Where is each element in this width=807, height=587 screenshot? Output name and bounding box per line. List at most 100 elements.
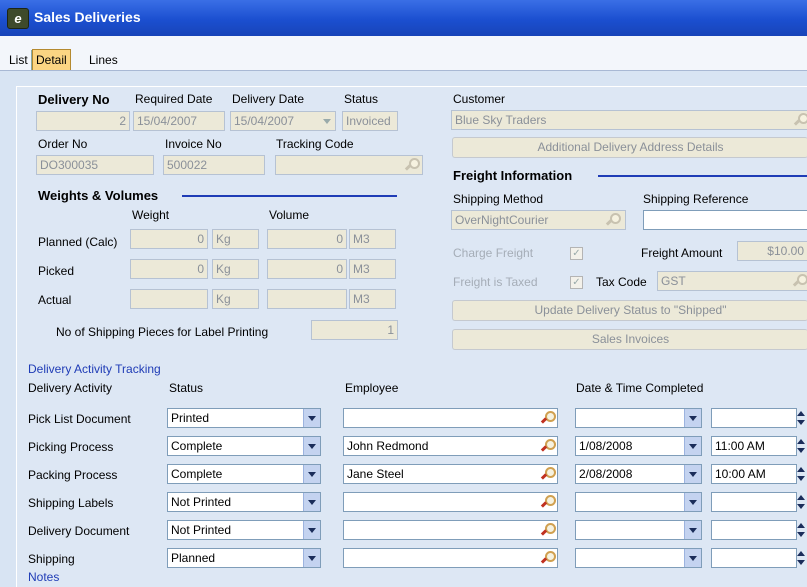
shipping-method-field[interactable]: OverNightCourier bbox=[451, 210, 626, 230]
tab-lines[interactable]: Lines bbox=[86, 50, 121, 70]
actual-weight-field[interactable] bbox=[130, 289, 208, 309]
section-divider bbox=[598, 175, 807, 177]
weight-column-label: Weight bbox=[132, 208, 170, 222]
magnifier-icon[interactable] bbox=[540, 467, 556, 481]
activity-status-select[interactable]: Printed bbox=[167, 408, 321, 428]
planned-volume-field[interactable]: 0 bbox=[267, 229, 347, 249]
chevron-down-icon[interactable] bbox=[303, 521, 320, 539]
charge-freight-label: Charge Freight bbox=[453, 246, 534, 260]
spin-icon[interactable] bbox=[797, 408, 805, 428]
activity-employee-field[interactable] bbox=[343, 548, 558, 568]
magnifier-icon[interactable] bbox=[792, 274, 807, 288]
activity-time-field[interactable] bbox=[711, 520, 797, 540]
delivery-no-field[interactable]: 2 bbox=[36, 111, 130, 131]
chevron-down-icon[interactable] bbox=[684, 493, 701, 511]
additional-address-button[interactable]: Additional Delivery Address Details bbox=[452, 137, 807, 158]
activity-status-select[interactable]: Complete bbox=[167, 464, 321, 484]
invoice-no-field[interactable]: 500022 bbox=[163, 155, 265, 175]
shipping-pieces-field[interactable]: 1 bbox=[311, 320, 398, 340]
spin-icon[interactable] bbox=[797, 520, 805, 540]
activity-label: Shipping bbox=[28, 552, 75, 566]
delivery-date-field[interactable]: 15/04/2007 bbox=[230, 111, 336, 131]
planned-label: Planned (Calc) bbox=[38, 235, 118, 249]
activity-status-select[interactable]: Not Printed bbox=[167, 520, 321, 540]
magnifier-icon[interactable] bbox=[793, 113, 807, 127]
chevron-down-icon[interactable] bbox=[319, 112, 335, 130]
shipping-reference-input[interactable] bbox=[643, 210, 807, 230]
activity-employee-field[interactable] bbox=[343, 520, 558, 540]
activity-date-select[interactable]: 2/08/2008 bbox=[575, 464, 702, 484]
activity-label: Shipping Labels bbox=[28, 496, 114, 510]
activity-time-field[interactable]: 10:00 AM bbox=[711, 464, 797, 484]
column-employee: Employee bbox=[345, 381, 399, 395]
spin-icon[interactable] bbox=[797, 464, 805, 484]
chevron-down-icon[interactable] bbox=[303, 437, 320, 455]
activity-employee-field[interactable]: Jane Steel bbox=[343, 464, 558, 484]
status-label: Status bbox=[344, 92, 379, 106]
activity-status-select[interactable]: Complete bbox=[167, 436, 321, 456]
weights-volumes-heading: Weights & Volumes bbox=[38, 188, 159, 203]
sales-invoices-button[interactable]: Sales Invoices bbox=[452, 329, 807, 350]
magnifier-icon[interactable] bbox=[404, 158, 420, 172]
activity-date-select[interactable] bbox=[575, 492, 702, 512]
status-field[interactable]: Invoiced bbox=[342, 111, 398, 131]
magnifier-icon[interactable] bbox=[540, 439, 556, 453]
activity-employee-field[interactable]: John Redmond bbox=[343, 436, 558, 456]
magnifier-icon[interactable] bbox=[540, 523, 556, 537]
planned-weight-unit: Kg bbox=[212, 229, 259, 249]
activity-employee-field[interactable] bbox=[343, 408, 558, 428]
chevron-down-icon[interactable] bbox=[303, 409, 320, 427]
shipping-pieces-label: No of Shipping Pieces for Label Printing bbox=[56, 325, 269, 339]
activity-tracking-heading: Delivery Activity Tracking bbox=[28, 362, 161, 376]
activity-status-select[interactable]: Not Printed bbox=[167, 492, 321, 512]
activity-date-select[interactable] bbox=[575, 408, 702, 428]
customer-field[interactable]: Blue Sky Traders bbox=[451, 110, 807, 130]
freight-amount-field[interactable]: $10.00 bbox=[737, 241, 807, 261]
magnifier-icon[interactable] bbox=[540, 551, 556, 565]
activity-employee-field[interactable] bbox=[343, 492, 558, 512]
customer-label: Customer bbox=[453, 92, 506, 106]
activity-date-value: 1/08/2008 bbox=[579, 439, 633, 453]
spin-icon[interactable] bbox=[797, 548, 805, 568]
activity-status-select[interactable]: Planned bbox=[167, 548, 321, 568]
spin-icon[interactable] bbox=[797, 492, 805, 512]
chevron-down-icon[interactable] bbox=[303, 493, 320, 511]
activity-time-field[interactable] bbox=[711, 408, 797, 428]
actual-volume-field[interactable] bbox=[267, 289, 347, 309]
tab-detail[interactable]: Detail bbox=[32, 49, 71, 70]
activity-date-select[interactable] bbox=[575, 520, 702, 540]
charge-freight-checkbox[interactable]: ✓ bbox=[570, 247, 583, 260]
update-delivery-status-button[interactable]: Update Delivery Status to "Shipped" bbox=[452, 300, 807, 321]
chevron-down-icon[interactable] bbox=[684, 521, 701, 539]
activity-time-field[interactable] bbox=[711, 492, 797, 512]
planned-weight-field[interactable]: 0 bbox=[130, 229, 208, 249]
freight-taxed-checkbox[interactable]: ✓ bbox=[570, 276, 583, 289]
activity-label: Picking Process bbox=[28, 440, 114, 454]
activity-time-field[interactable] bbox=[711, 548, 797, 568]
chevron-down-icon[interactable] bbox=[684, 549, 701, 567]
chevron-down-icon[interactable] bbox=[303, 465, 320, 483]
activity-employee-value: Jane Steel bbox=[347, 467, 404, 481]
tax-code-field[interactable]: GST bbox=[657, 271, 807, 291]
required-date-field[interactable]: 15/04/2007 bbox=[133, 111, 225, 131]
magnifier-icon[interactable] bbox=[605, 213, 621, 227]
chevron-down-icon[interactable] bbox=[684, 465, 701, 483]
chevron-down-icon[interactable] bbox=[303, 549, 320, 567]
order-no-field[interactable]: DO300035 bbox=[36, 155, 154, 175]
chevron-down-icon[interactable] bbox=[684, 409, 701, 427]
picked-weight-field[interactable]: 0 bbox=[130, 259, 208, 279]
magnifier-icon[interactable] bbox=[540, 411, 556, 425]
activity-date-select[interactable]: 1/08/2008 bbox=[575, 436, 702, 456]
spin-icon[interactable] bbox=[797, 436, 805, 456]
picked-volume-field[interactable]: 0 bbox=[267, 259, 347, 279]
activity-time-field[interactable]: 11:00 AM bbox=[711, 436, 797, 456]
chevron-down-icon[interactable] bbox=[684, 437, 701, 455]
order-no-label: Order No bbox=[38, 137, 88, 151]
column-delivery-activity: Delivery Activity bbox=[28, 381, 113, 395]
magnifier-icon[interactable] bbox=[540, 495, 556, 509]
tax-code-label: Tax Code bbox=[596, 275, 647, 289]
tracking-code-field[interactable] bbox=[275, 155, 423, 175]
tab-bar bbox=[0, 36, 807, 71]
tab-list[interactable]: List bbox=[6, 50, 32, 70]
activity-date-select[interactable] bbox=[575, 548, 702, 568]
